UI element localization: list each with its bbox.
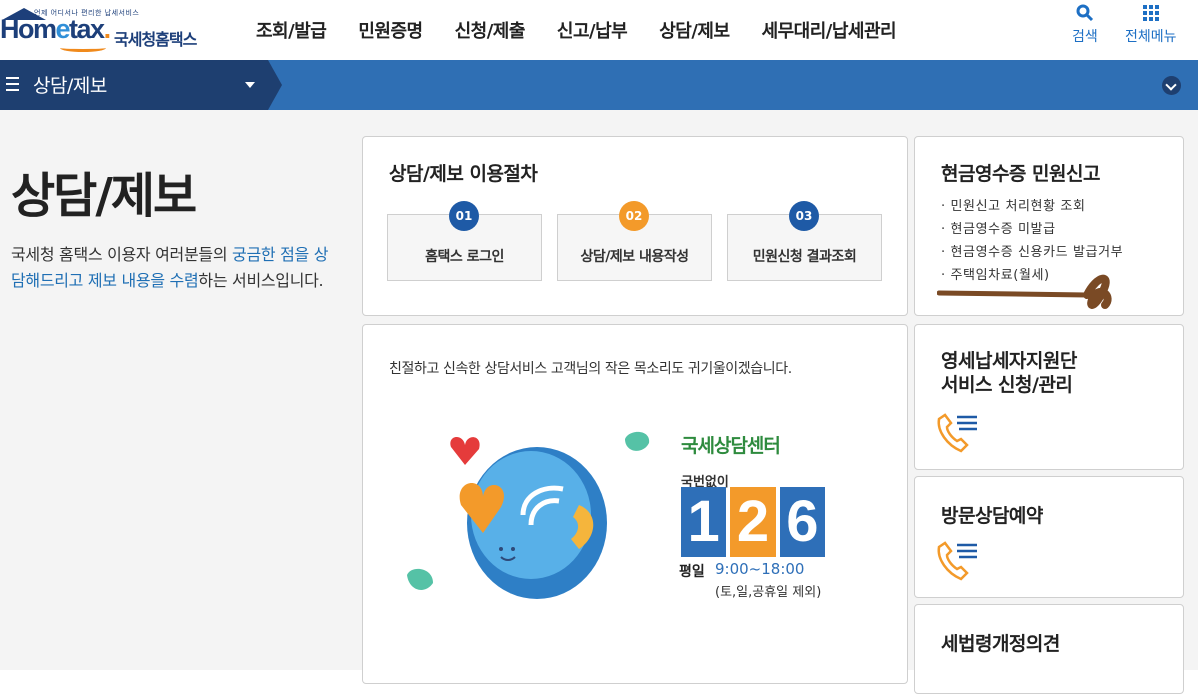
list-item[interactable]: 현금영수증 신용카드 발급거부	[941, 241, 1123, 264]
center-intro: 친절하고 신속한 상담서비스 고객님의 작은 목소리도 귀기울이겠습니다.	[389, 361, 792, 377]
nav-item-agent[interactable]: 세무대리/납세관리	[746, 17, 913, 43]
search-icon	[1076, 4, 1093, 22]
all-menu-button[interactable]: 전체메뉴	[1125, 4, 1177, 46]
nav-item-consult[interactable]: 상담/제보	[643, 17, 745, 43]
number-digit-2: 2	[730, 487, 776, 557]
caret-down-icon	[245, 82, 255, 88]
hours-label: 평일	[679, 564, 705, 580]
consult-illustration	[407, 431, 650, 599]
logo-brand: Hometax.	[0, 14, 111, 44]
logo-swoosh-icon	[60, 44, 106, 52]
procedure-card: 상담/제보 이용절차 홈택스 로그인 01 상담/제보 내용작성 02 민원신청…	[362, 136, 908, 316]
cash-receipt-title[interactable]: 현금영수증 민원신고	[941, 159, 1100, 186]
breadcrumb-arrow	[268, 60, 282, 110]
desc-text-1: 국세청 홈택스 이용자 여러분들의	[11, 245, 233, 264]
side-card-small-taxpayer[interactable]: 영세납세자지원단 서비스 신청/관리	[914, 324, 1184, 470]
side-card-title: 세법령개정의견	[941, 633, 1060, 655]
side-card-title: 영세납세자지원단 서비스 신청/관리	[941, 349, 1077, 397]
phone-list-icon	[937, 413, 977, 453]
search-label: 검색	[1072, 29, 1098, 45]
step-number-2: 02	[619, 201, 649, 231]
hours-closed: (토,일,공휴일 제외)	[715, 585, 822, 600]
side-card-visit-reservation[interactable]: 방문상담예약	[914, 476, 1184, 598]
list-item[interactable]: 현금영수증 미발급	[941, 218, 1123, 241]
side-title-line2: 서비스 신청/관리	[941, 374, 1073, 396]
list-item[interactable]: 민원신고 처리현황 조회	[941, 195, 1123, 218]
hometax-logo[interactable]: 언제 어디서나 편리한 납세서비스 Hometax. 국세청홈택스	[0, 4, 215, 56]
search-button[interactable]: 검색	[1072, 4, 1098, 46]
step-number-3: 03	[789, 201, 819, 231]
marker-scribble	[937, 274, 1112, 309]
page-title: 상담/제보	[11, 168, 197, 224]
grid-menu-icon	[1142, 5, 1159, 21]
main-nav: 조회/발급 민원증명 신청/제출 신고/납부 상담/제보 세무대리/납세관리	[240, 17, 912, 43]
location-dropdown[interactable]: 상담/제보	[0, 60, 268, 110]
consult-center-card: 친절하고 신속한 상담서비스 고객님의 작은 목소리도 귀기울이겠습니다. 국세…	[362, 324, 908, 684]
phone-list-icon	[937, 541, 977, 581]
chevron-down-icon[interactable]	[1162, 76, 1181, 95]
nav-item-apply[interactable]: 신청/제출	[439, 17, 541, 43]
page-description: 국세청 홈택스 이용자 여러분들의 궁금한 점을 상담해드리고 제보 내용을 수…	[11, 242, 331, 294]
number-digit-1: 1	[681, 487, 727, 557]
location-title: 상담/제보	[33, 75, 107, 97]
desc-text-2: 하는 서비스입니다.	[198, 271, 324, 290]
procedure-title: 상담/제보 이용절차	[389, 163, 538, 185]
side-card-tax-law-opinion[interactable]: 세법령개정의견	[914, 604, 1184, 694]
center-name: 국세상담센터	[681, 435, 781, 457]
step-number-1: 01	[449, 201, 479, 231]
nav-item-inquiry[interactable]: 조회/발급	[240, 17, 342, 43]
hamburger-icon	[6, 77, 19, 91]
logo-korean-name: 국세청홈택스	[114, 30, 197, 49]
side-title-line1: 영세납세자지원단	[941, 350, 1077, 372]
nav-item-certificate[interactable]: 민원증명	[342, 17, 438, 43]
top-header: 언제 어디서나 편리한 납세서비스 Hometax. 국세청홈택스 조회/발급 …	[0, 0, 1198, 60]
center-number[interactable]: 1 2 6	[681, 487, 825, 557]
location-bar: 상담/제보	[0, 60, 1198, 110]
side-card-title: 방문상담예약	[941, 505, 1043, 527]
nav-item-report[interactable]: 신고/납부	[541, 17, 643, 43]
hours-value: 9:00~18:00	[715, 560, 805, 578]
cash-receipt-card: 현금영수증 민원신고 민원신고 처리현황 조회 현금영수증 미발급 현금영수증 …	[914, 136, 1184, 316]
number-digit-3: 6	[779, 487, 825, 557]
all-menu-label: 전체메뉴	[1125, 29, 1177, 45]
